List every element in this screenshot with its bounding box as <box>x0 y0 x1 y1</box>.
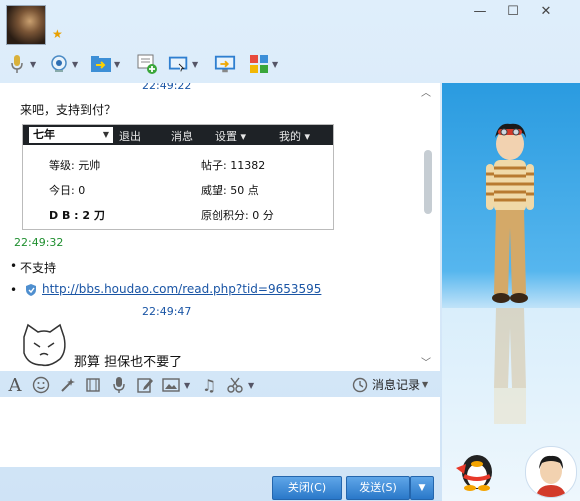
cat-sticker-icon <box>20 323 68 369</box>
qq-penguin-icon[interactable] <box>452 446 498 492</box>
message-link[interactable]: http://bbs.houdao.com/read.php?tid=96535… <box>42 282 321 296</box>
forum-username: 七年 <box>33 128 55 141</box>
forum-user-select: 七年 ▼ <box>29 127 113 143</box>
music-icon[interactable]: ♫ <box>198 374 220 396</box>
message-history-button[interactable]: 消息记录 ▼ <box>352 376 428 393</box>
remote-assist-dropdown-icon[interactable]: ▼ <box>192 60 202 69</box>
screen-share-icon[interactable] <box>214 53 236 75</box>
vip-star-icon: ★ <box>52 27 63 41</box>
close-window-button[interactable]: ✕ <box>536 4 556 20</box>
minimize-button[interactable]: — <box>470 4 490 20</box>
clock-icon <box>352 377 368 392</box>
action-bar: 关闭(C) 发送(S) ▼ <box>0 467 440 501</box>
close-button[interactable]: 关闭(C) <box>272 476 342 500</box>
forum-stat: 威望: 50 点 <box>201 184 259 197</box>
send-button[interactable]: 发送(S) <box>346 476 410 500</box>
forum-nav-messages: 消息 <box>171 130 193 143</box>
bullet-icon: • <box>10 283 18 297</box>
remote-assist-icon[interactable] <box>168 53 190 75</box>
input-toolbar: A ▼ ♫ ▼ 消息记录 ▼ <box>0 373 440 397</box>
top-toolbar: ▼ ▼ ▼ ▼ ▼ <box>6 52 282 76</box>
message-text: 那算 担保也不要了 <box>74 355 183 370</box>
contact-avatar[interactable] <box>6 5 46 45</box>
message-text: 来吧，支持到付？ <box>20 103 117 117</box>
self-avatar[interactable] <box>525 446 577 498</box>
video-clip-icon[interactable] <box>82 374 104 396</box>
chat-history[interactable]: 22:49:22 来吧，支持到付？ 七年 ▼ 退出 消息 设置 ▾ 我的 ▾ 等级… <box>0 83 440 371</box>
forum-nav-logout: 退出 <box>119 130 141 143</box>
message-timestamp: 22:49:47 <box>142 305 192 318</box>
voice-message-icon[interactable] <box>108 374 130 396</box>
message-input[interactable] <box>0 397 440 467</box>
maximize-button[interactable]: ☐ <box>503 4 523 20</box>
screenshot-dropdown-icon[interactable]: ▼ <box>248 381 258 390</box>
chevron-up-icon[interactable]: ︿ <box>421 84 431 99</box>
mic-dropdown-icon[interactable]: ▼ <box>30 60 40 69</box>
chat-scrollbar-thumb[interactable] <box>424 150 432 214</box>
message-text: 不支持 <box>20 261 57 275</box>
forum-card-navbar: 七年 ▼ 退出 消息 设置 ▾ 我的 ▾ <box>23 125 333 145</box>
new-message-icon[interactable] <box>136 53 158 75</box>
forum-nav-settings: 设置 ▾ <box>215 130 247 143</box>
message-timestamp: 22:49:32 <box>14 236 64 249</box>
magic-wand-icon[interactable] <box>56 374 78 396</box>
apps-icon[interactable] <box>248 53 270 75</box>
forum-nav-mine: 我的 ▾ <box>279 130 311 143</box>
forum-stat: 原创积分: 0 分 <box>201 209 274 222</box>
forum-card-image: 七年 ▼ 退出 消息 设置 ▾ 我的 ▾ 等级: 元帅 帖子: 11382 今日:… <box>22 124 334 230</box>
screenshot-scissors-icon[interactable] <box>224 374 246 396</box>
bullet-icon: • <box>10 259 18 273</box>
mic-icon[interactable] <box>6 53 28 75</box>
shield-link-icon <box>24 283 38 297</box>
webcam-icon[interactable] <box>48 53 70 75</box>
send-options-dropdown[interactable]: ▼ <box>410 476 434 500</box>
chevron-down-icon[interactable]: ﹀ <box>421 354 431 369</box>
forum-stat: D B : 2 刀 <box>49 209 105 222</box>
file-transfer-dropdown-icon[interactable]: ▼ <box>114 60 124 69</box>
history-dropdown-icon: ▼ <box>422 380 429 389</box>
emoji-icon[interactable] <box>30 374 52 396</box>
apps-dropdown-icon[interactable]: ▼ <box>272 60 282 69</box>
file-transfer-icon[interactable] <box>90 53 112 75</box>
message-history-label: 消息记录 <box>372 378 421 392</box>
forum-stat: 帖子: 11382 <box>201 159 266 172</box>
image-icon[interactable] <box>160 374 182 396</box>
character-avatar[interactable] <box>480 118 540 308</box>
message-timestamp: 22:49:22 <box>142 83 192 92</box>
forum-stat: 今日: 0 <box>49 184 86 197</box>
font-icon[interactable]: A <box>4 374 26 396</box>
webcam-dropdown-icon[interactable]: ▼ <box>72 60 82 69</box>
image-dropdown-icon[interactable]: ▼ <box>184 381 194 390</box>
edit-icon[interactable] <box>134 374 156 396</box>
forum-stat: 等级: 元帅 <box>49 159 101 172</box>
character-reflection <box>480 308 540 428</box>
